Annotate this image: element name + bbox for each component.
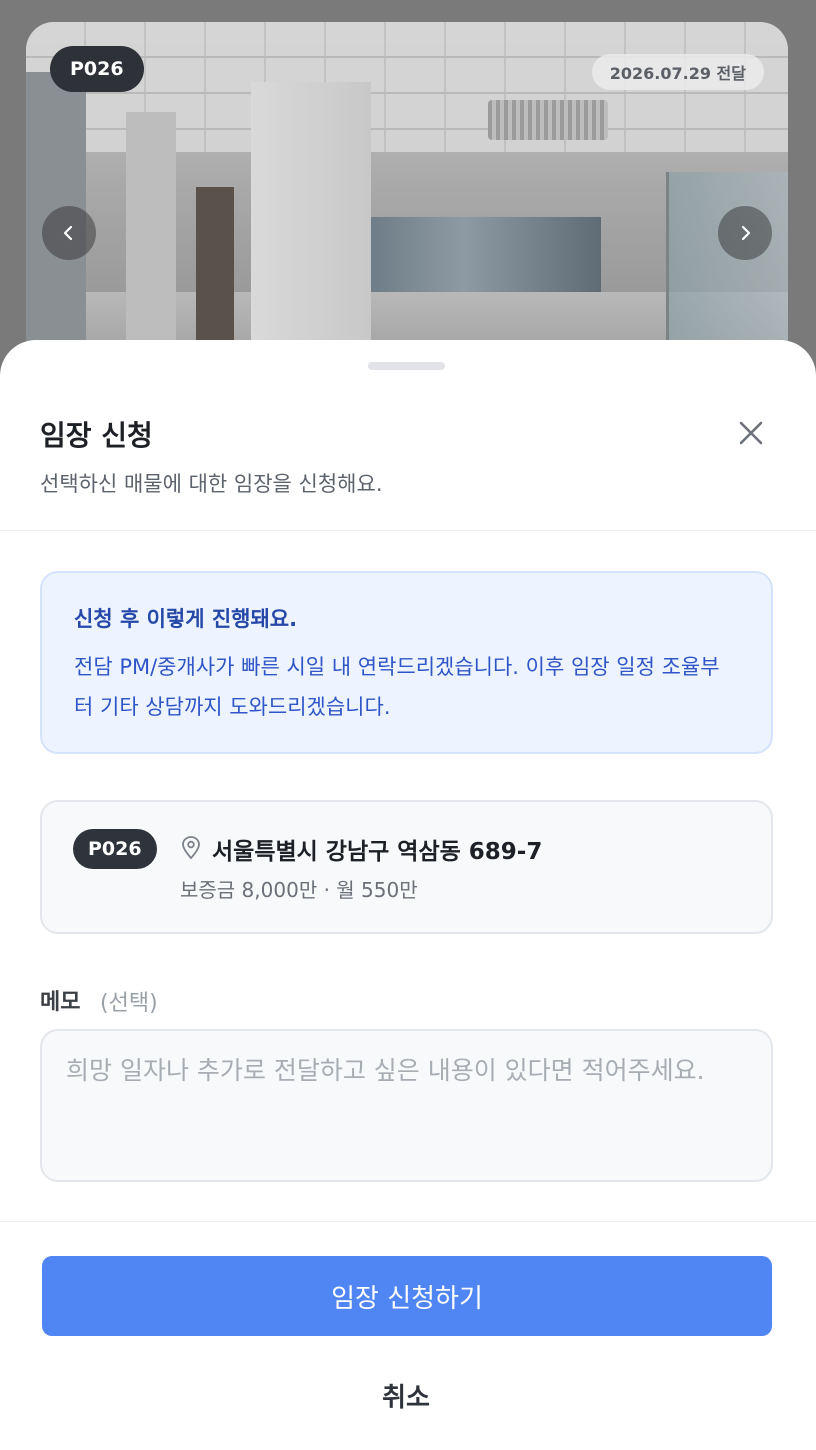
tour-request-sheet: 임장 신청 선택하신 매물에 대한 임장을 신청해요. 신청 후 이렇게 진행돼…: [0, 340, 816, 1450]
chevron-left-icon: [63, 225, 73, 241]
location-pin-icon: [182, 836, 200, 860]
sheet-title: 임장 신청: [40, 419, 153, 452]
sheet-subtitle: 선택하신 매물에 대한 임장을 신청해요.: [40, 472, 383, 496]
submit-tour-request-button[interactable]: 임장 신청하기: [42, 1256, 772, 1336]
close-button[interactable]: [736, 418, 766, 448]
info-body: 전담 PM/중개사가 빠른 시일 내 연락드리겠습니다. 이후 임장 일정 조율…: [74, 655, 720, 719]
info-title: 신청 후 이렇게 진행돼요.: [74, 607, 298, 631]
photo-date-badge: 2026.07.29 전달: [591, 54, 764, 90]
photo-property-id-badge: P026: [50, 46, 144, 92]
property-photo-carousel[interactable]: P026 2026.07.29 전달: [26, 22, 788, 382]
memo-label: 메모: [40, 990, 81, 1015]
memo-optional-hint: (선택): [100, 991, 158, 1016]
memo-field-container: [40, 1029, 773, 1182]
process-info-box: 신청 후 이렇게 진행돼요. 전담 PM/중개사가 빠른 시일 내 연락드리겠습…: [40, 571, 773, 754]
memo-input[interactable]: [66, 1051, 747, 1160]
previous-photo-button[interactable]: [42, 206, 96, 260]
header-divider: [0, 530, 816, 531]
footer-divider: [0, 1221, 816, 1222]
property-price: 보증금 8,000만 · 월 550만: [180, 878, 418, 902]
chevron-right-icon: [741, 225, 751, 241]
property-summary-card: P026 서울특별시 강남구 역삼동 689-7 보증금 8,000만 · 월 …: [40, 800, 773, 934]
sheet-drag-handle[interactable]: [368, 362, 445, 370]
close-icon: [739, 421, 763, 445]
property-address: 서울특별시 강남구 역삼동 689-7: [212, 839, 543, 865]
cancel-button[interactable]: 취소: [306, 1370, 506, 1420]
property-id-badge: P026: [73, 829, 157, 869]
next-photo-button[interactable]: [718, 206, 772, 260]
